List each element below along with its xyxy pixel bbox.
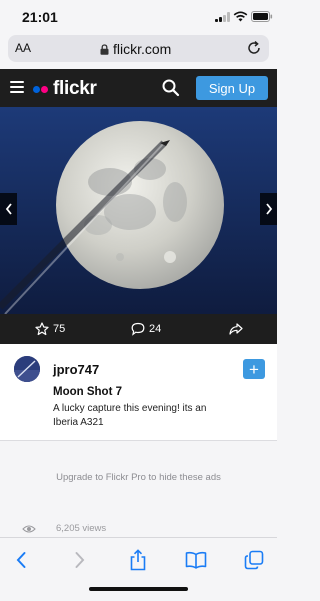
divider bbox=[0, 440, 277, 441]
upgrade-ad-text[interactable]: Upgrade to Flickr Pro to hide these ads bbox=[0, 472, 277, 483]
home-indicator bbox=[89, 587, 188, 591]
reload-icon[interactable] bbox=[245, 39, 263, 57]
forward-button[interactable] bbox=[68, 548, 92, 572]
views-count: 6,205 views bbox=[56, 523, 107, 534]
url-display[interactable]: flickr.com bbox=[100, 40, 171, 58]
url-text: flickr.com bbox=[113, 41, 172, 57]
reader-options-button[interactable]: AA bbox=[15, 41, 31, 55]
share-photo-button[interactable] bbox=[229, 322, 243, 336]
bookmarks-icon bbox=[185, 551, 207, 569]
site-navbar: flickr Sign Up bbox=[0, 69, 277, 107]
photo-details: jpro747 + Moon Shot 7 A lucky capture th… bbox=[0, 344, 277, 440]
search-icon[interactable] bbox=[161, 78, 181, 98]
logo-text: flickr bbox=[53, 78, 97, 99]
share-arrow-icon bbox=[229, 323, 243, 335]
status-time: 21:01 bbox=[22, 9, 58, 25]
eye-icon bbox=[22, 524, 36, 533]
next-photo-button[interactable] bbox=[260, 193, 277, 225]
follow-button[interactable]: + bbox=[243, 359, 265, 379]
fave-count: 75 bbox=[53, 323, 66, 335]
star-icon bbox=[35, 322, 49, 336]
moon-photo-image bbox=[0, 107, 277, 314]
photo-description: A lucky capture this evening! its an Ibe… bbox=[53, 403, 207, 428]
fave-button[interactable]: 75 bbox=[35, 322, 65, 336]
previous-photo-button[interactable] bbox=[0, 193, 17, 225]
cellular-signal-icon bbox=[215, 12, 231, 22]
tabs-icon bbox=[244, 550, 264, 570]
lock-icon bbox=[100, 43, 109, 55]
wifi-icon bbox=[233, 11, 248, 22]
photo-title: Moon Shot 7 bbox=[53, 386, 122, 398]
logo-blue-dot bbox=[33, 85, 40, 93]
flickr-logo[interactable]: flickr bbox=[33, 78, 97, 100]
share-icon bbox=[130, 549, 146, 571]
photo[interactable] bbox=[0, 107, 277, 314]
views-row: 6,205 views bbox=[22, 523, 106, 534]
tabs-button[interactable] bbox=[242, 548, 266, 572]
back-button[interactable] bbox=[9, 548, 33, 572]
photo-action-bar: 75 24 bbox=[0, 314, 277, 344]
sign-up-button[interactable]: Sign Up bbox=[196, 76, 268, 100]
avatar-image bbox=[14, 356, 40, 382]
battery-icon bbox=[251, 11, 273, 22]
share-button[interactable] bbox=[126, 548, 150, 572]
chevron-right-icon bbox=[265, 203, 272, 215]
comment-icon bbox=[131, 322, 145, 336]
bookmarks-button[interactable] bbox=[184, 548, 208, 572]
owner-name[interactable]: jpro747 bbox=[53, 362, 99, 377]
address-bar[interactable]: AA flickr.com bbox=[8, 35, 269, 62]
menu-icon[interactable] bbox=[10, 81, 24, 93]
chevron-left-icon bbox=[5, 203, 12, 215]
back-icon bbox=[16, 552, 26, 568]
status-bar: 21:01 bbox=[0, 0, 277, 32]
browser-toolbar bbox=[0, 537, 277, 601]
logo-pink-dot bbox=[41, 85, 48, 93]
forward-icon bbox=[75, 552, 85, 568]
comment-count: 24 bbox=[149, 323, 162, 335]
avatar[interactable] bbox=[14, 356, 40, 382]
comment-button[interactable]: 24 bbox=[131, 322, 161, 336]
